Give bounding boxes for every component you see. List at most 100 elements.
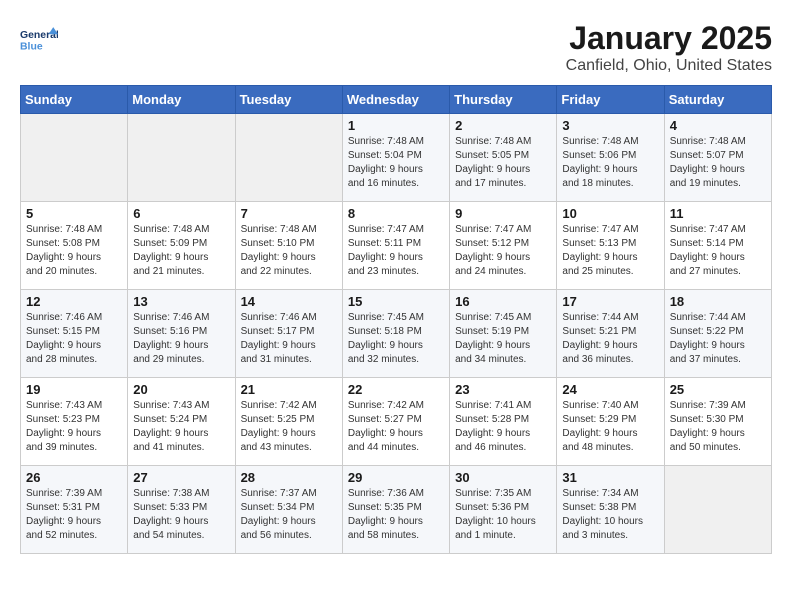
calendar-cell: 1Sunrise: 7:48 AM Sunset: 5:04 PM Daylig…	[342, 114, 449, 202]
location: Canfield, Ohio, United States	[566, 57, 772, 75]
day-number: 27	[133, 470, 229, 485]
day-number: 10	[562, 206, 658, 221]
logo-graphic-icon: General Blue	[20, 20, 58, 58]
day-info: Sunrise: 7:40 AM Sunset: 5:29 PM Dayligh…	[562, 399, 658, 455]
day-info: Sunrise: 7:39 AM Sunset: 5:31 PM Dayligh…	[26, 487, 122, 543]
calendar-cell: 5 Sunrise: 7:48 AM Sunset: 5:08 PM Daylig…	[21, 202, 128, 290]
day-info: Sunrise: 7:44 AM Sunset: 5:22 PM Dayligh…	[670, 311, 766, 367]
day-info: Sunrise: 7:43 AM Sunset: 5:24 PM Dayligh…	[133, 399, 229, 455]
logo: General Blue	[20, 20, 58, 58]
day-number: 15	[348, 294, 444, 309]
calendar-week-2: 12 Sunrise: 7:46 AM Sunset: 5:15 PM Dayli…	[21, 290, 772, 378]
day-number: 6	[133, 206, 229, 221]
day-number: 20	[133, 382, 229, 397]
day-info: Sunrise: 7:44 AM Sunset: 5:21 PM Dayligh…	[562, 311, 658, 367]
title-area: January 2025 Canfield, Ohio, United Stat…	[566, 20, 772, 75]
day-number: 11	[670, 206, 766, 221]
calendar-cell: 6 Sunrise: 7:48 AM Sunset: 5:09 PM Daylig…	[128, 202, 235, 290]
calendar-cell: 21 Sunrise: 7:42 AM Sunset: 5:25 PM Dayli…	[235, 378, 342, 466]
day-info: Sunrise: 7:41 AM Sunset: 5:28 PM Dayligh…	[455, 399, 551, 455]
weekday-header-row: SundayMondayTuesdayWednesdayThursdayFrid…	[21, 86, 772, 114]
day-info: Sunrise: 7:48 AM Sunset: 5:05 PM Dayligh…	[455, 135, 551, 191]
day-info: Sunrise: 7:37 AM Sunset: 5:34 PM Dayligh…	[241, 487, 337, 543]
day-number: 22	[348, 382, 444, 397]
day-number: 28	[241, 470, 337, 485]
day-number: 25	[670, 382, 766, 397]
weekday-header-wednesday: Wednesday	[342, 86, 449, 114]
day-number: 4	[670, 118, 766, 133]
day-info: Sunrise: 7:48 AM Sunset: 5:08 PM Dayligh…	[26, 223, 122, 279]
day-info: Sunrise: 7:45 AM Sunset: 5:19 PM Dayligh…	[455, 311, 551, 367]
day-info: Sunrise: 7:43 AM Sunset: 5:23 PM Dayligh…	[26, 399, 122, 455]
svg-text:Blue: Blue	[20, 41, 43, 52]
calendar-cell: 23 Sunrise: 7:41 AM Sunset: 5:28 PM Dayli…	[450, 378, 557, 466]
day-number: 12	[26, 294, 122, 309]
weekday-header-tuesday: Tuesday	[235, 86, 342, 114]
day-number: 19	[26, 382, 122, 397]
day-info: Sunrise: 7:47 AM Sunset: 5:14 PM Dayligh…	[670, 223, 766, 279]
day-info: Sunrise: 7:36 AM Sunset: 5:35 PM Dayligh…	[348, 487, 444, 543]
day-info: Sunrise: 7:47 AM Sunset: 5:11 PM Dayligh…	[348, 223, 444, 279]
day-number: 26	[26, 470, 122, 485]
day-info: Sunrise: 7:48 AM Sunset: 5:10 PM Dayligh…	[241, 223, 337, 279]
day-info: Sunrise: 7:46 AM Sunset: 5:15 PM Dayligh…	[26, 311, 122, 367]
day-number: 30	[455, 470, 551, 485]
calendar-cell: 19 Sunrise: 7:43 AM Sunset: 5:23 PM Dayli…	[21, 378, 128, 466]
calendar-cell	[128, 114, 235, 202]
calendar-cell: 20 Sunrise: 7:43 AM Sunset: 5:24 PM Dayli…	[128, 378, 235, 466]
calendar-cell: 30Sunrise: 7:35 AM Sunset: 5:36 PM Dayli…	[450, 466, 557, 554]
day-number: 5	[26, 206, 122, 221]
calendar-cell	[664, 466, 771, 554]
month-title: January 2025	[566, 20, 772, 57]
day-info: Sunrise: 7:34 AM Sunset: 5:38 PM Dayligh…	[562, 487, 658, 543]
calendar-week-4: 26 Sunrise: 7:39 AM Sunset: 5:31 PM Dayli…	[21, 466, 772, 554]
day-number: 3	[562, 118, 658, 133]
weekday-header-friday: Friday	[557, 86, 664, 114]
day-info: Sunrise: 7:47 AM Sunset: 5:13 PM Dayligh…	[562, 223, 658, 279]
calendar-cell: 4 Sunrise: 7:48 AM Sunset: 5:07 PM Daylig…	[664, 114, 771, 202]
day-info: Sunrise: 7:46 AM Sunset: 5:17 PM Dayligh…	[241, 311, 337, 367]
day-info: Sunrise: 7:48 AM Sunset: 5:09 PM Dayligh…	[133, 223, 229, 279]
day-number: 9	[455, 206, 551, 221]
day-info: Sunrise: 7:39 AM Sunset: 5:30 PM Dayligh…	[670, 399, 766, 455]
calendar-cell: 9Sunrise: 7:47 AM Sunset: 5:12 PM Daylig…	[450, 202, 557, 290]
calendar-cell	[235, 114, 342, 202]
day-number: 29	[348, 470, 444, 485]
day-number: 8	[348, 206, 444, 221]
calendar-cell: 13Sunrise: 7:46 AM Sunset: 5:16 PM Dayli…	[128, 290, 235, 378]
calendar-cell: 15 Sunrise: 7:45 AM Sunset: 5:18 PM Dayli…	[342, 290, 449, 378]
day-info: Sunrise: 7:42 AM Sunset: 5:27 PM Dayligh…	[348, 399, 444, 455]
calendar-week-0: 1Sunrise: 7:48 AM Sunset: 5:04 PM Daylig…	[21, 114, 772, 202]
calendar-cell: 10 Sunrise: 7:47 AM Sunset: 5:13 PM Dayli…	[557, 202, 664, 290]
calendar-cell: 24 Sunrise: 7:40 AM Sunset: 5:29 PM Dayli…	[557, 378, 664, 466]
calendar-cell: 29 Sunrise: 7:36 AM Sunset: 5:35 PM Dayli…	[342, 466, 449, 554]
day-number: 14	[241, 294, 337, 309]
calendar-week-3: 19 Sunrise: 7:43 AM Sunset: 5:23 PM Dayli…	[21, 378, 772, 466]
calendar-cell: 25 Sunrise: 7:39 AM Sunset: 5:30 PM Dayli…	[664, 378, 771, 466]
day-number: 21	[241, 382, 337, 397]
weekday-header-monday: Monday	[128, 86, 235, 114]
day-number: 2	[455, 118, 551, 133]
day-info: Sunrise: 7:48 AM Sunset: 5:07 PM Dayligh…	[670, 135, 766, 191]
day-number: 24	[562, 382, 658, 397]
calendar-cell: 27 Sunrise: 7:38 AM Sunset: 5:33 PM Dayli…	[128, 466, 235, 554]
day-info: Sunrise: 7:38 AM Sunset: 5:33 PM Dayligh…	[133, 487, 229, 543]
day-info: Sunrise: 7:48 AM Sunset: 5:06 PM Dayligh…	[562, 135, 658, 191]
calendar-cell: 26 Sunrise: 7:39 AM Sunset: 5:31 PM Dayli…	[21, 466, 128, 554]
calendar-cell: 14 Sunrise: 7:46 AM Sunset: 5:17 PM Dayli…	[235, 290, 342, 378]
day-number: 1	[348, 118, 444, 133]
calendar-cell: 16 Sunrise: 7:45 AM Sunset: 5:19 PM Dayli…	[450, 290, 557, 378]
day-number: 18	[670, 294, 766, 309]
day-number: 16	[455, 294, 551, 309]
calendar-cell: 11 Sunrise: 7:47 AM Sunset: 5:14 PM Dayli…	[664, 202, 771, 290]
day-number: 31	[562, 470, 658, 485]
calendar-cell: 3 Sunrise: 7:48 AM Sunset: 5:06 PM Daylig…	[557, 114, 664, 202]
weekday-header-thursday: Thursday	[450, 86, 557, 114]
day-info: Sunrise: 7:42 AM Sunset: 5:25 PM Dayligh…	[241, 399, 337, 455]
day-info: Sunrise: 7:45 AM Sunset: 5:18 PM Dayligh…	[348, 311, 444, 367]
calendar-cell	[21, 114, 128, 202]
day-number: 23	[455, 382, 551, 397]
day-number: 7	[241, 206, 337, 221]
page-header: General Blue January 2025 Canfield, Ohio…	[20, 20, 772, 75]
calendar-cell: 18 Sunrise: 7:44 AM Sunset: 5:22 PM Dayli…	[664, 290, 771, 378]
